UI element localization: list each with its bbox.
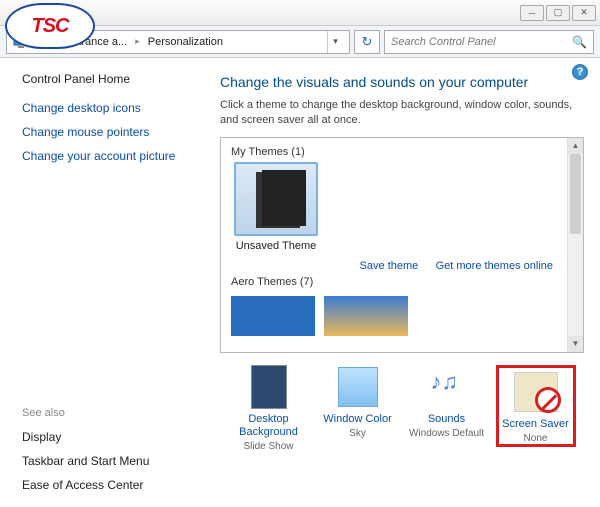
save-theme-link[interactable]: Save theme <box>360 260 419 272</box>
see-also-taskbar[interactable]: Taskbar and Start Menu <box>22 454 196 468</box>
sounds-button[interactable]: Sounds Windows Default <box>407 365 487 439</box>
refresh-icon: ↻ <box>362 34 373 50</box>
breadcrumb-level2[interactable]: Personalization <box>148 36 223 48</box>
see-also-display[interactable]: Display <box>22 430 196 444</box>
window-color-value: Sky <box>318 428 398 439</box>
scroll-up-icon[interactable]: ▲ <box>568 138 583 154</box>
see-also-label: See also <box>22 407 196 419</box>
logo-text: TSC <box>32 16 69 36</box>
sounds-label: Sounds <box>407 413 487 426</box>
chevron-right-icon: ▸ <box>135 36 140 47</box>
screen-saver-value: None <box>501 433 571 444</box>
desktop-background-icon <box>251 365 287 409</box>
tsc-logo: TSC <box>2 2 98 50</box>
desktop-background-label: Desktop Background <box>229 413 309 439</box>
scrollbar[interactable]: ▲ ▼ <box>567 138 583 352</box>
sidebar: Control Panel Home Change desktop icons … <box>0 58 210 507</box>
screen-saver-button[interactable]: Screen Saver None <box>496 365 576 447</box>
content-pane: ? Change the visuals and sounds on your … <box>210 58 600 507</box>
refresh-button[interactable]: ↻ <box>354 30 380 54</box>
sidebar-link-account-picture[interactable]: Change your account picture <box>22 149 196 163</box>
desktop-background-button[interactable]: Desktop Background Slide Show <box>229 365 309 452</box>
sidebar-link-mouse-pointers[interactable]: Change mouse pointers <box>22 125 196 139</box>
search-input[interactable] <box>391 36 572 48</box>
bottom-settings-row: Desktop Background Slide Show Window Col… <box>220 365 584 452</box>
get-more-themes-link[interactable]: Get more themes online <box>436 260 553 272</box>
screen-saver-label: Screen Saver <box>501 418 571 431</box>
scroll-down-icon[interactable]: ▼ <box>568 336 583 352</box>
scrollbar-thumb[interactable] <box>570 154 581 234</box>
window-color-button[interactable]: Window Color Sky <box>318 365 398 439</box>
search-icon: 🔍 <box>572 35 587 49</box>
close-button[interactable]: ✕ <box>572 5 596 21</box>
breadcrumb-dropdown[interactable]: ▾ <box>327 31 343 53</box>
see-also-ease-of-access[interactable]: Ease of Access Center <box>22 478 196 492</box>
sidebar-link-desktop-icons[interactable]: Change desktop icons <box>22 101 196 115</box>
aero-theme-tile[interactable] <box>324 296 408 336</box>
theme-preview-icon <box>262 170 306 226</box>
my-themes-label: My Themes (1) <box>231 146 561 158</box>
aero-theme-tile[interactable] <box>231 296 315 336</box>
control-panel-home-link[interactable]: Control Panel Home <box>22 72 196 86</box>
window-color-icon <box>338 367 378 407</box>
theme-label: Unsaved Theme <box>231 240 321 252</box>
screen-saver-icon <box>514 372 558 412</box>
window-color-label: Window Color <box>318 413 398 426</box>
help-icon[interactable]: ? <box>572 64 588 80</box>
page-subtitle: Click a theme to change the desktop back… <box>220 98 584 129</box>
page-title: Change the visuals and sounds on your co… <box>220 74 584 90</box>
theme-tile-unsaved[interactable]: Unsaved Theme <box>231 162 321 252</box>
search-box[interactable]: 🔍 <box>384 30 594 54</box>
aero-themes-label: Aero Themes (7) <box>231 276 561 288</box>
minimize-button[interactable]: ─ <box>520 5 544 21</box>
sounds-value: Windows Default <box>407 428 487 439</box>
sounds-icon <box>427 367 467 407</box>
maximize-button[interactable]: ▢ <box>546 5 570 21</box>
themes-list: My Themes (1) Unsaved Theme Save theme G… <box>220 137 584 353</box>
desktop-background-value: Slide Show <box>229 441 309 452</box>
